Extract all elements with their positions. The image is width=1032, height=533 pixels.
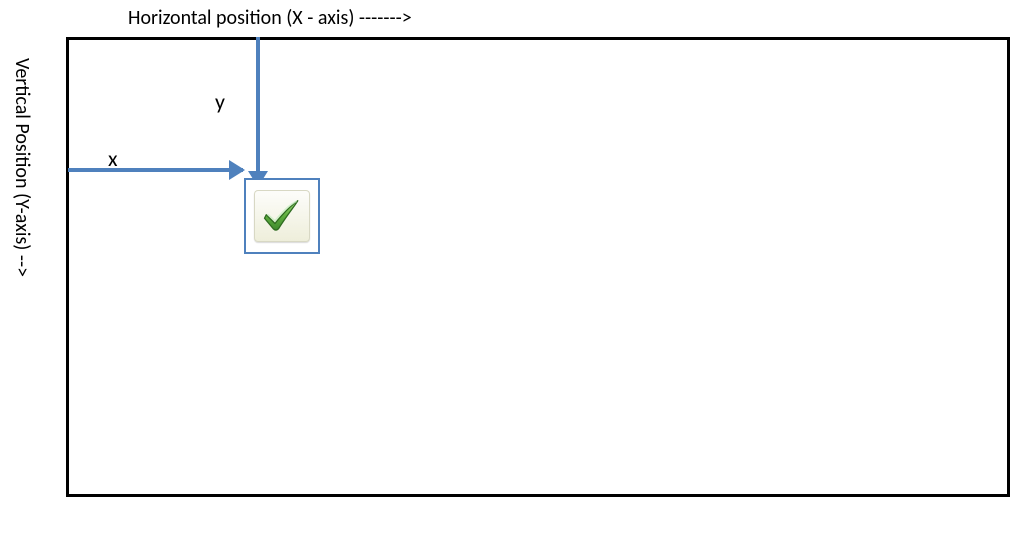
y-axis-arrow — [256, 37, 260, 185]
x-axis-title: Horizontal position (X - axis) -------> — [128, 6, 412, 30]
x-marker-label: x — [108, 145, 118, 172]
checkmark-button[interactable] — [254, 190, 310, 242]
y-axis-title: Vertical Position (Y-axis) --> — [10, 58, 34, 277]
coordinate-canvas — [66, 37, 1010, 497]
checkmark-icon — [261, 192, 303, 240]
x-axis-arrow — [68, 168, 243, 172]
positioned-element-box — [244, 178, 320, 254]
y-marker-label: y — [215, 88, 225, 115]
